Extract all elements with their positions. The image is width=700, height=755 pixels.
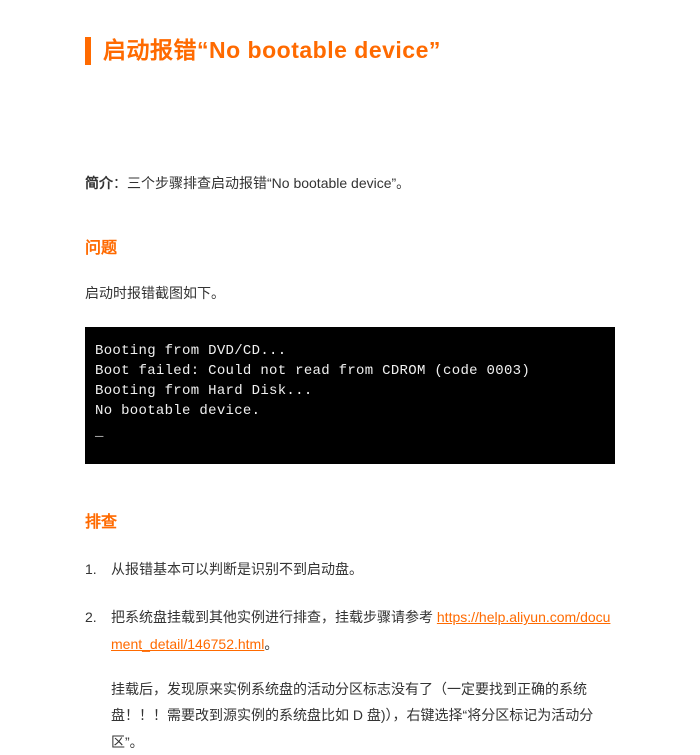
section-heading-investigate: 排查 [85, 509, 615, 538]
investigate-list: 从报错基本可以判断是识别不到启动盘。 把系统盘挂载到其他实例进行排查，挂载步骤请… [85, 556, 615, 755]
list-item-text-after: 。 [264, 636, 278, 652]
list-item-text: 从报错基本可以判断是识别不到启动盘。 [111, 561, 363, 577]
list-item-text-before: 把系统盘挂载到其他实例进行排查，挂载步骤请参考 [111, 609, 437, 625]
title-accent-bar [85, 37, 91, 65]
list-item-subparagraph: 挂载后，发现原来实例系统盘的活动分区标志没有了（一定要找到正确的系统盘！！！需要… [111, 676, 615, 755]
problem-body-text: 启动时报错截图如下。 [85, 281, 615, 306]
terminal-screenshot: Booting from DVD/CD... Boot failed: Coul… [85, 327, 615, 464]
list-item: 从报错基本可以判断是识别不到启动盘。 [85, 556, 615, 583]
page-title-section: 启动报错“No bootable device” [85, 30, 615, 71]
intro-line: 简介：三个步骤排查启动报错“No bootable device”。 [85, 171, 615, 196]
list-item: 把系统盘挂载到其他实例进行排查，挂载步骤请参考 https://help.ali… [85, 604, 615, 755]
section-heading-problem: 问题 [85, 235, 615, 264]
intro-label: 简介 [85, 175, 113, 191]
intro-text: ：三个步骤排查启动报错“No bootable device”。 [113, 175, 410, 191]
page-title: 启动报错“No bootable device” [103, 30, 441, 71]
